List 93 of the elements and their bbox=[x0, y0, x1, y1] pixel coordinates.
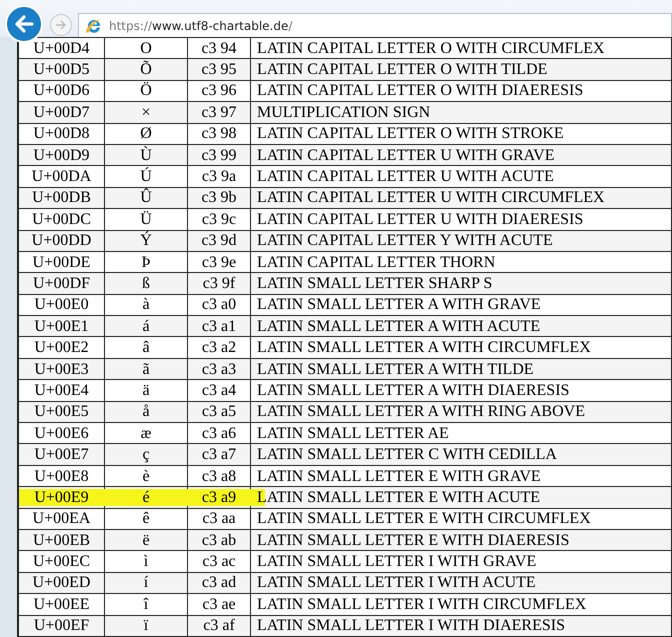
table-cell: U+00DB bbox=[18, 187, 104, 209]
table-cell: U+00E1 bbox=[18, 316, 104, 337]
table-cell: c3 ab bbox=[188, 529, 250, 551]
table-cell: c3 a2 bbox=[188, 336, 250, 358]
table-cell: LATIN SMALL LETTER A WITH CIRCUMFLEX bbox=[250, 336, 672, 358]
table-cell: c3 a7 bbox=[188, 444, 250, 466]
table-cell: c3 a1 bbox=[188, 316, 250, 337]
table-cell: c3 a9 bbox=[188, 486, 250, 508]
table-cell: Ø bbox=[104, 123, 188, 144]
table-cell: U+00DD bbox=[18, 230, 104, 252]
table-cell: c3 a5 bbox=[188, 401, 250, 423]
table-cell: LATIN SMALL LETTER A WITH ACUTE bbox=[250, 316, 672, 337]
table-cell: U+00EF bbox=[18, 615, 104, 636]
table-cell: U+00D7 bbox=[18, 102, 104, 124]
table-cell: U+00D8 bbox=[18, 123, 104, 144]
table-cell: Ý bbox=[104, 230, 188, 252]
table-cell: LATIN SMALL LETTER A WITH TILDE bbox=[250, 358, 672, 380]
table-cell: U+00EC bbox=[18, 550, 104, 572]
table-cell: ç bbox=[104, 444, 188, 466]
table-cell: LATIN CAPITAL LETTER O WITH TILDE bbox=[250, 58, 672, 80]
table-cell: é bbox=[104, 486, 188, 508]
table-cell: × bbox=[104, 102, 188, 124]
back-arrow-icon bbox=[13, 13, 35, 35]
table-cell: c3 97 bbox=[188, 102, 250, 124]
table-cell: LATIN SMALL LETTER I WITH GRAVE bbox=[250, 550, 672, 572]
table-cell: U+00E4 bbox=[18, 380, 104, 402]
table-cell: U+00DA bbox=[18, 166, 104, 188]
table-cell: U+00EA bbox=[18, 508, 104, 530]
browser-logo-icon bbox=[85, 16, 103, 34]
forward-arrow-icon bbox=[55, 19, 67, 31]
table-cell: â bbox=[104, 336, 188, 358]
table-cell: U+00E5 bbox=[18, 401, 104, 423]
table-cell: ß bbox=[104, 272, 188, 294]
table-cell: Û bbox=[104, 187, 188, 209]
table-cell: ê bbox=[104, 508, 188, 530]
table-cell: ã bbox=[104, 358, 188, 380]
table-cell: c3 ae bbox=[188, 594, 250, 616]
url-text: https://www.utf8-chartable.de/ bbox=[109, 18, 292, 32]
table-cell: U+00DC bbox=[18, 208, 104, 230]
table-cell: c3 ac bbox=[188, 550, 250, 572]
table-cell: î bbox=[104, 594, 188, 616]
table-cell: c3 95 bbox=[188, 58, 250, 80]
table-cell: ì bbox=[104, 550, 188, 572]
table-cell: c3 a4 bbox=[188, 380, 250, 402]
back-button[interactable] bbox=[5, 5, 43, 43]
table-cell: LATIN SMALL LETTER E WITH CIRCUMFLEX bbox=[250, 508, 672, 530]
table-cell: U+00EB bbox=[18, 529, 104, 551]
table-cell: å bbox=[104, 401, 188, 423]
table-cell: LATIN CAPITAL LETTER U WITH DIAERESIS bbox=[250, 208, 672, 230]
table-cell: LATIN CAPITAL LETTER U WITH ACUTE bbox=[250, 166, 672, 188]
table-cell: c3 ad bbox=[188, 572, 250, 594]
table-cell: LATIN SMALL LETTER A WITH DIAERESIS bbox=[250, 380, 672, 402]
table-cell: U+00E7 bbox=[18, 444, 104, 466]
table-cell: c3 9b bbox=[188, 187, 250, 209]
table-cell: U+00E2 bbox=[18, 336, 104, 358]
table-cell: Õ bbox=[104, 58, 188, 80]
table-cell: LATIN SMALL LETTER SHARP S bbox=[250, 272, 672, 294]
table-cell: LATIN SMALL LETTER C WITH CEDILLA bbox=[250, 444, 672, 466]
table-cell: LATIN SMALL LETTER E WITH DIAERESIS bbox=[250, 529, 672, 551]
table-cell: c3 9c bbox=[188, 208, 250, 230]
table-cell: LATIN CAPITAL LETTER O WITH CIRCUMFLEX bbox=[250, 38, 672, 59]
table-cell: U+00D9 bbox=[18, 144, 104, 166]
table-cell: U+00D5 bbox=[18, 58, 104, 80]
table-cell: MULTIPLICATION SIGN bbox=[250, 102, 672, 124]
table-cell: c3 9d bbox=[188, 230, 250, 252]
table-cell: í bbox=[104, 572, 188, 594]
table-cell: ë bbox=[104, 529, 188, 551]
table-cell: c3 aa bbox=[188, 508, 250, 530]
table-cell: c3 9a bbox=[188, 166, 250, 188]
table-cell: LATIN CAPITAL LETTER U WITH GRAVE bbox=[250, 144, 672, 166]
table-cell: LATIN CAPITAL LETTER Y WITH ACUTE bbox=[250, 230, 672, 252]
table-cell: Ú bbox=[104, 166, 188, 188]
table-cell: c3 9f bbox=[188, 272, 250, 294]
table-cell: c3 af bbox=[188, 615, 250, 636]
table-cell: c3 98 bbox=[188, 123, 250, 144]
address-bar[interactable]: https://www.utf8-chartable.de/ bbox=[78, 13, 672, 37]
table-cell: LATIN CAPITAL LETTER U WITH CIRCUMFLEX bbox=[250, 187, 672, 209]
table-cell: LATIN SMALL LETTER I WITH CIRCUMFLEX bbox=[250, 594, 672, 616]
table-cell: U+00EE bbox=[18, 594, 104, 616]
table-cell: LATIN CAPITAL LETTER O WITH STROKE bbox=[250, 123, 672, 144]
table-cell: U+00E3 bbox=[18, 358, 104, 380]
table-cell: LATIN SMALL LETTER I WITH DIAERESIS bbox=[250, 615, 672, 636]
table-cell: ï bbox=[104, 615, 188, 636]
table-cell: Ü bbox=[104, 208, 188, 230]
table-cell: ä bbox=[104, 380, 188, 402]
table-cell: U+00DF bbox=[18, 272, 104, 294]
table-cell: c3 a3 bbox=[188, 358, 250, 380]
table-cell: á bbox=[104, 316, 188, 337]
table-cell: c3 99 bbox=[188, 144, 250, 166]
table-cell: LATIN SMALL LETTER A WITH RING ABOVE bbox=[250, 401, 672, 423]
table-cell: U+00ED bbox=[18, 572, 104, 594]
table-cell: LATIN SMALL LETTER I WITH ACUTE bbox=[250, 572, 672, 594]
table-cell: Ù bbox=[104, 144, 188, 166]
